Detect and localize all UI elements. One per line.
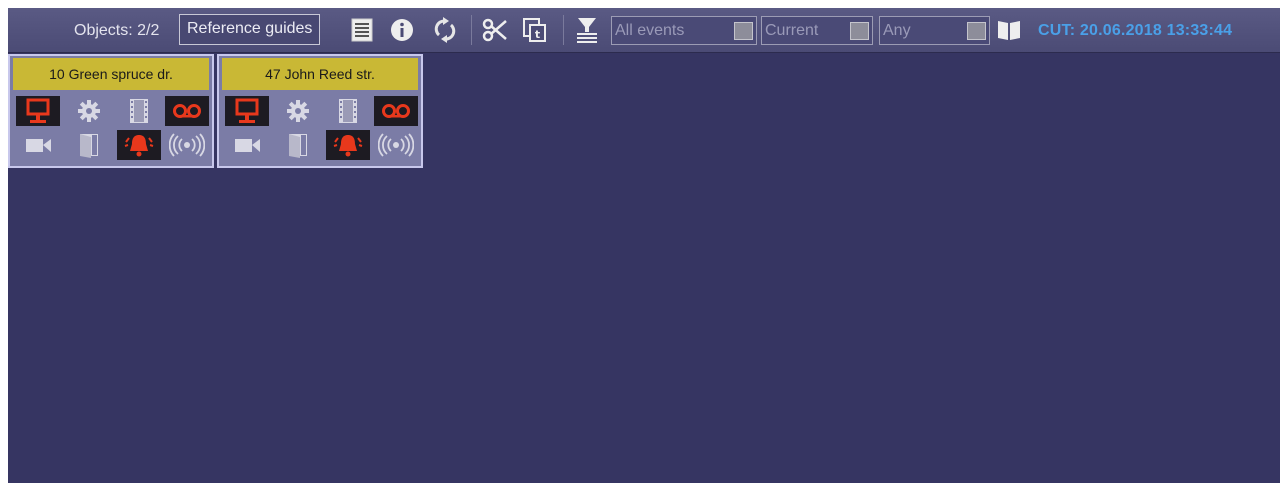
object-card[interactable]: 47 John Reed str. [217, 54, 423, 168]
bell-alarm-icon[interactable] [326, 130, 370, 160]
event-type-filter-value: All events [615, 22, 685, 39]
object-filter-value: Any [883, 22, 911, 39]
refresh-icon[interactable] [432, 17, 458, 43]
camera-icon[interactable] [225, 130, 269, 160]
toolbar-separator [563, 15, 564, 45]
object-card-title[interactable]: 10 Green spruce dr. [13, 58, 209, 90]
door-icon[interactable] [276, 130, 320, 160]
toolbar: Objects: 2/2 Reference guides t All even… [8, 8, 1280, 53]
filter-icon[interactable] [574, 17, 600, 43]
object-card-title[interactable]: 47 John Reed str. [222, 58, 418, 90]
time-filter[interactable]: Current [761, 16, 873, 45]
info-icon[interactable] [389, 17, 415, 43]
object-card[interactable]: 10 Green spruce dr. [8, 54, 214, 168]
film-icon[interactable] [117, 96, 161, 126]
objects-count: Objects: 2/2 [74, 22, 160, 39]
computer-alarm-icon[interactable] [225, 96, 269, 126]
radio-wave-icon[interactable] [374, 130, 418, 160]
object-filter-toggle[interactable] [967, 22, 986, 40]
time-filter-value: Current [765, 22, 819, 39]
door-icon[interactable] [67, 130, 111, 160]
app-window: Objects: 2/2 Reference guides t All even… [8, 8, 1280, 483]
scissors-icon[interactable] [482, 17, 508, 43]
svg-text:t: t [535, 28, 540, 41]
toolbar-separator [471, 15, 472, 45]
bell-alarm-icon[interactable] [117, 130, 161, 160]
voicemail-alarm-icon[interactable] [374, 96, 418, 126]
camera-icon[interactable] [16, 130, 60, 160]
book-icon[interactable] [996, 17, 1022, 43]
computer-alarm-icon[interactable] [16, 96, 60, 126]
reference-guides-button[interactable]: Reference guides [179, 14, 321, 45]
event-type-filter[interactable]: All events [611, 16, 757, 45]
settings-icon[interactable] [67, 96, 111, 126]
film-icon[interactable] [326, 96, 370, 126]
current-time-label: CUT: 20.06.2018 13:33:44 [1038, 22, 1233, 39]
list-icon[interactable] [349, 17, 375, 43]
settings-icon[interactable] [276, 96, 320, 126]
event-type-filter-toggle[interactable] [734, 22, 753, 40]
object-filter[interactable]: Any [879, 16, 990, 45]
voicemail-alarm-icon[interactable] [165, 96, 209, 126]
copy-icon[interactable]: t [522, 17, 548, 43]
time-filter-toggle[interactable] [850, 22, 869, 40]
radio-wave-icon[interactable] [165, 130, 209, 160]
